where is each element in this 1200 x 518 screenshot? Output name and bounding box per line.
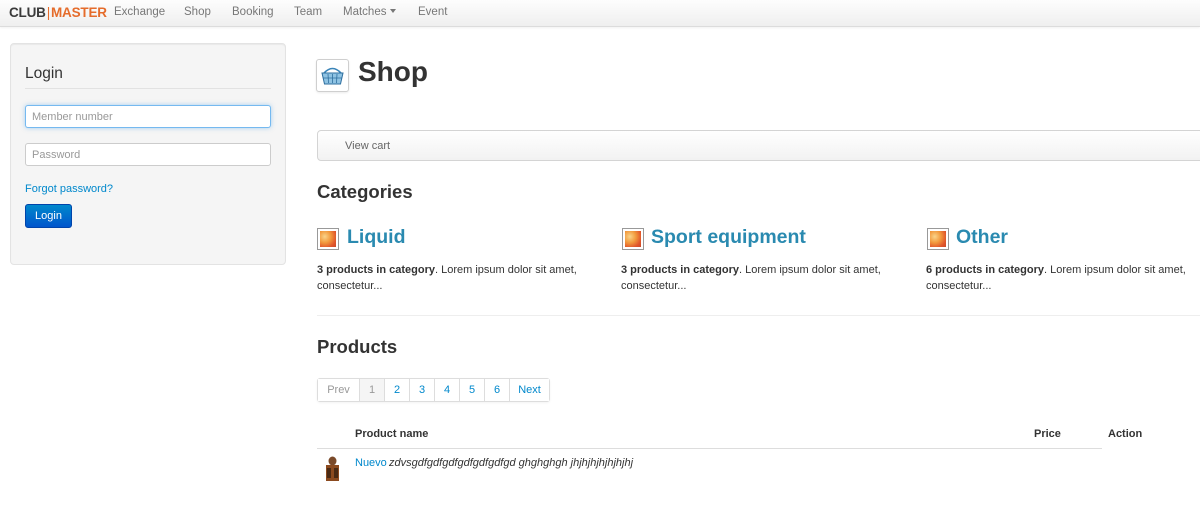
nav-item-shop[interactable]: Shop [184, 6, 211, 18]
pagination-page-5[interactable]: 5 [459, 379, 484, 401]
login-panel: Login Forgot password? Login [10, 43, 286, 265]
brand-logo[interactable]: CLUB|MASTER [9, 5, 107, 20]
member-number-input[interactable] [25, 105, 271, 128]
password-input[interactable] [25, 143, 271, 166]
pagination-page-4[interactable]: 4 [434, 379, 459, 401]
column-header-action: Action [1108, 428, 1143, 440]
login-button[interactable]: Login [25, 204, 72, 228]
nav-item-matches[interactable]: Matches [343, 6, 397, 18]
category-count: 6 products in category [926, 264, 1044, 276]
top-navbar: CLUB|MASTER Exchange Shop Booking Team M… [0, 0, 1200, 27]
products-heading: Products [317, 336, 398, 357]
forgot-password-link[interactable]: Forgot password? [25, 183, 113, 195]
nav-item-event[interactable]: Event [418, 6, 447, 18]
caret-down-icon [390, 9, 397, 14]
column-header-price: Price [1034, 428, 1061, 440]
page-title: Shop [358, 56, 428, 87]
product-link[interactable]: Nuevo [355, 457, 387, 469]
category-count: 3 products in category [621, 264, 739, 276]
category-count: 3 products in category [317, 264, 435, 276]
pagination-page-2[interactable]: 2 [384, 379, 409, 401]
nav-item-exchange[interactable]: Exchange [114, 6, 165, 18]
view-cart-link[interactable]: View cart [345, 140, 390, 152]
category-image-icon[interactable] [317, 228, 339, 250]
product-thumbnail[interactable] [322, 454, 343, 481]
login-divider [25, 88, 271, 89]
category-description: 3 products in category. Lorem ipsum dolo… [317, 262, 592, 294]
basket-icon [316, 59, 349, 92]
table-header-divider [317, 448, 1102, 449]
category-link-other[interactable]: Other [956, 226, 1008, 249]
pagination-prev[interactable]: Prev [318, 379, 359, 401]
category-image-icon[interactable] [927, 228, 949, 250]
pagination: Prev 1 2 3 4 5 6 Next [317, 378, 550, 402]
pagination-page-3[interactable]: 3 [409, 379, 434, 401]
section-divider [317, 315, 1200, 316]
category-description: 3 products in category. Lorem ipsum dolo… [621, 262, 896, 294]
category-link-liquid[interactable]: Liquid [347, 226, 405, 249]
brand-logo-part1: CLUB [9, 5, 46, 20]
login-title: Login [25, 65, 63, 82]
category-image-icon[interactable] [622, 228, 644, 250]
nav-item-matches-label: Matches [343, 6, 387, 18]
product-description: zdvsgdfgdfgdfgdfgdfgdfgd ghghghgh jhjhjh… [389, 457, 634, 469]
column-header-product-name: Product name [355, 428, 429, 440]
brand-logo-part2: MASTER [51, 5, 107, 20]
cart-toolbar: View cart [317, 130, 1200, 161]
pagination-page-1[interactable]: 1 [359, 379, 384, 401]
pagination-page-6[interactable]: 6 [484, 379, 509, 401]
categories-heading: Categories [317, 181, 413, 202]
nav-item-booking[interactable]: Booking [232, 6, 274, 18]
pagination-next[interactable]: Next [509, 379, 549, 401]
category-link-sport-equipment[interactable]: Sport equipment [651, 226, 806, 249]
category-description: 6 products in category. Lorem ipsum dolo… [926, 262, 1200, 294]
nav-item-team[interactable]: Team [294, 6, 322, 18]
